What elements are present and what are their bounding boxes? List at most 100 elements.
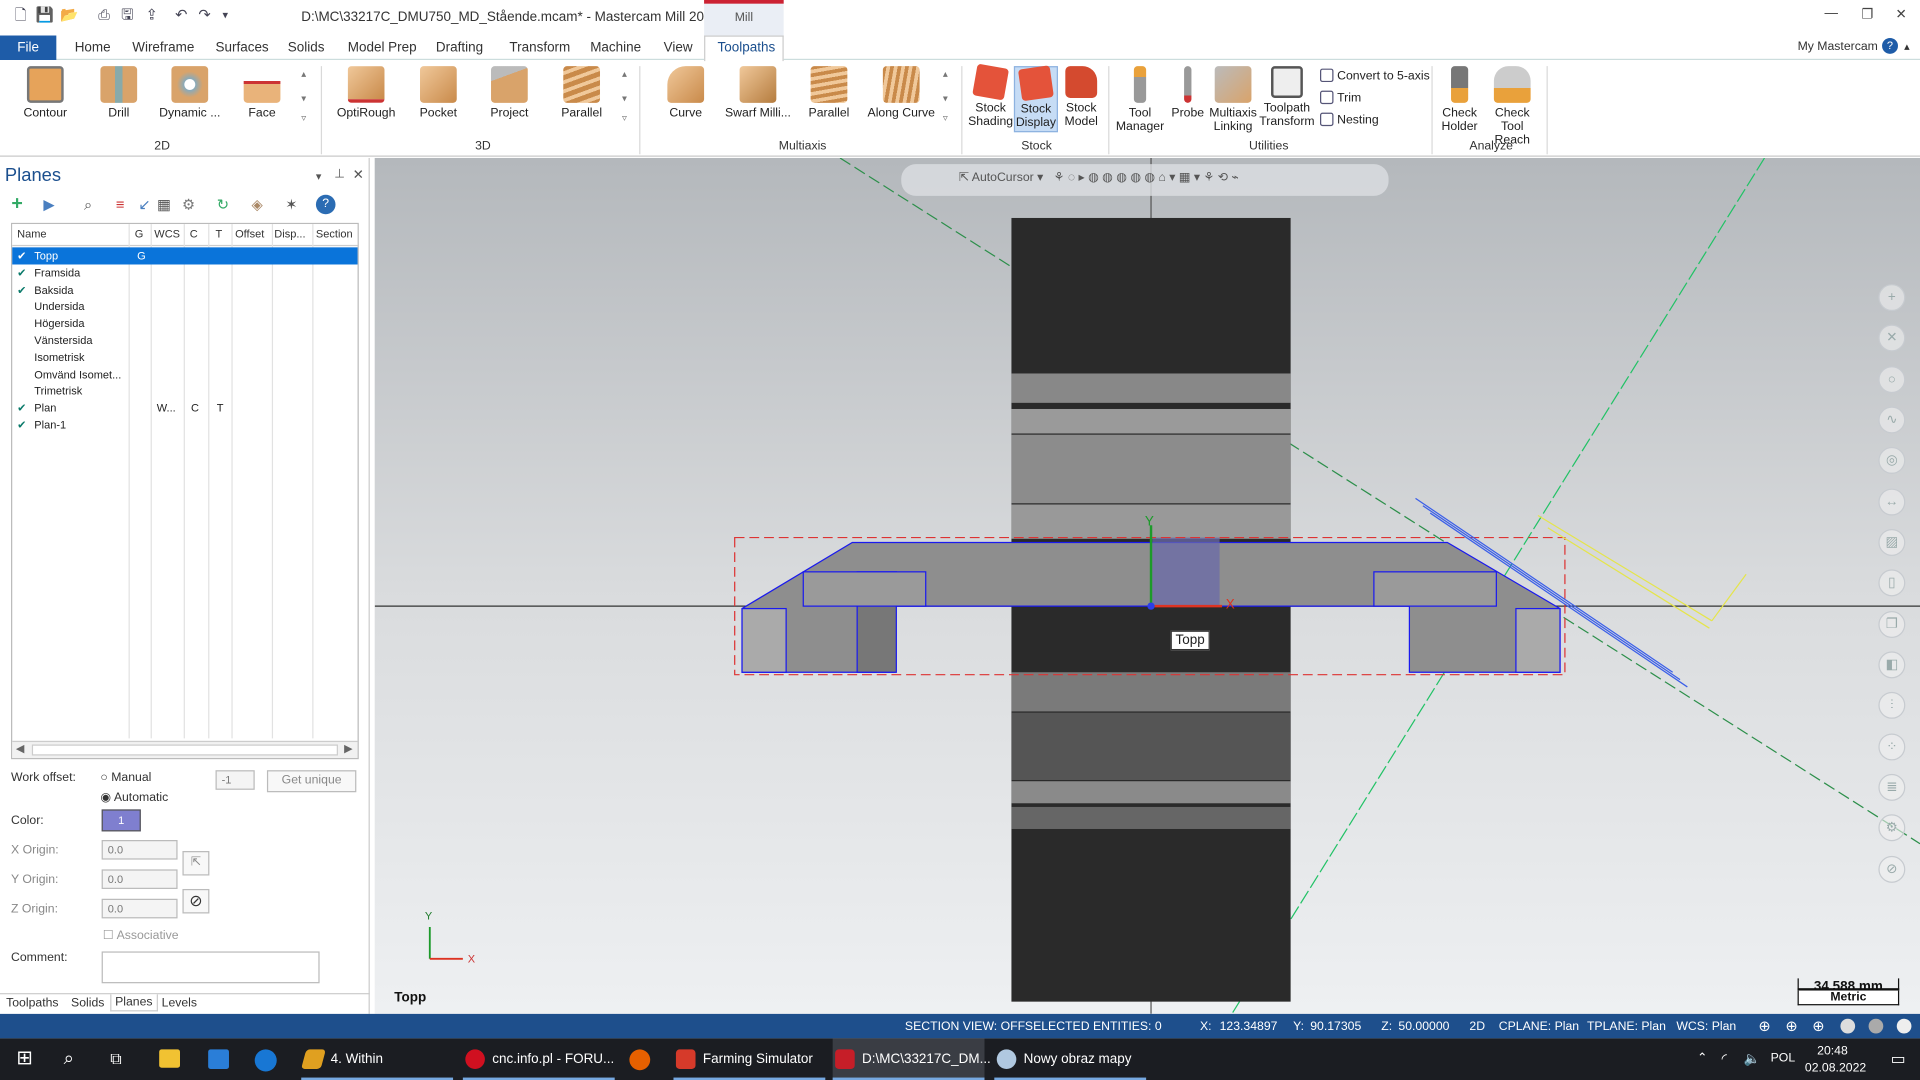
plane-row[interactable]: ✔ Baksida [12, 281, 357, 298]
axis-display-icon[interactable]: ✶ [282, 195, 302, 215]
color-swatch[interactable]: 1 [101, 809, 141, 832]
autocursor-toolbar[interactable]: ⇱ AutoCursor ▾ ⚘ ◌ ▸ ◍ ◍ ◍ ◍ ◍ ⌂ ▾ ▦ ▾ ⚘… [901, 164, 1389, 196]
translucency-sphere-icon[interactable] [1896, 1018, 1912, 1034]
save-icon[interactable]: 💾 [36, 6, 54, 23]
tool-manager-button[interactable]: Tool Manager [1114, 66, 1165, 133]
col-c[interactable]: C [190, 228, 198, 240]
tab-transform[interactable]: Transform [509, 40, 570, 55]
check-tool-reach-button[interactable]: Check Tool Reach [1482, 66, 1543, 147]
gallery-up-2d-icon[interactable]: ▴ [301, 69, 306, 80]
taskbar-app-paint[interactable]: Nowy obraz mapy ... [994, 1038, 1147, 1080]
scroll-right-icon[interactable]: ▶ [344, 742, 352, 755]
points-view-icon[interactable]: ⁘ [1878, 733, 1906, 761]
tplane-status[interactable]: TPLANE: Plan [1587, 1020, 1666, 1033]
pin-icon[interactable]: ⊥ [334, 168, 345, 181]
plane-row[interactable]: Högersida [12, 315, 357, 332]
tab-machine[interactable]: Machine [590, 40, 641, 55]
copy-view-icon[interactable]: ❐ [1878, 611, 1906, 638]
probe-button[interactable]: Probe [1169, 66, 1206, 120]
col-g[interactable]: G [135, 228, 144, 240]
get-unique-button[interactable]: Get unique [266, 770, 357, 793]
x-origin-field[interactable]: 0.0 [101, 840, 178, 860]
refresh-icon[interactable]: ↻ [213, 195, 233, 215]
comment-field[interactable] [101, 951, 320, 984]
minimize-button[interactable]: — [1825, 6, 1838, 21]
taskbar-app-opera[interactable]: cnc.info.pl - FORU... [462, 1038, 615, 1080]
associative-checkbox[interactable]: ☐ Associative [103, 929, 179, 942]
new-file-icon[interactable]: 🗋 [12, 6, 29, 23]
grid-globe-icon[interactable]: ⊕ [1812, 1018, 1824, 1035]
tab-home[interactable]: Home [75, 40, 111, 55]
circle-view-icon[interactable]: ○ [1878, 366, 1906, 394]
swarf-milling-button[interactable]: Swarf Milli... [722, 66, 793, 120]
collapse-ribbon-icon[interactable]: ▴ [1904, 40, 1910, 53]
plane-row[interactable]: Isometrisk [12, 349, 357, 366]
reset-icon[interactable]: ↙ [135, 195, 155, 215]
open-icon[interactable]: 📂 [60, 6, 78, 23]
shading-sphere-icon[interactable] [1840, 1018, 1856, 1034]
browser-edge-icon[interactable] [254, 1049, 277, 1072]
tab-view[interactable]: View [664, 40, 693, 55]
language-indicator[interactable]: POL [1771, 1038, 1796, 1080]
work-offset-field[interactable]: -1 [215, 770, 255, 790]
gallery-expand-2d-icon[interactable]: ▿ [301, 113, 306, 124]
clear-origin-icon[interactable]: ⊘ [182, 888, 210, 914]
gallery-up-3d-icon[interactable]: ▴ [622, 69, 627, 80]
gallery-down-3d-icon[interactable]: ▾ [622, 93, 627, 104]
add-view-icon[interactable]: + [1878, 284, 1906, 312]
clock-time[interactable]: 20:48 [1817, 1043, 1848, 1059]
merge-icon[interactable]: ⇪ [143, 6, 160, 23]
col-t[interactable]: T [216, 228, 223, 240]
section-view-status[interactable]: SECTION VIEW: OFF [905, 1020, 1025, 1033]
notifications-icon[interactable]: ▭ [1891, 1038, 1906, 1080]
gallery-down-2d-icon[interactable]: ▾ [301, 93, 306, 104]
plane-check-cell[interactable]: ✔ [17, 281, 26, 298]
save-as-icon[interactable]: 🖫 [119, 6, 136, 23]
volume-icon[interactable]: 🔈 [1744, 1038, 1761, 1080]
gallery-expand-multi-icon[interactable]: ▿ [943, 113, 948, 124]
taskbar-app-mastercam[interactable]: D:\MC\33217C_DM... [832, 1038, 991, 1080]
view-globe-icon[interactable]: ⊕ [1785, 1018, 1797, 1035]
scroll-left-icon[interactable]: ◀ [16, 742, 24, 755]
tab-surfaces[interactable]: Surfaces [216, 40, 269, 55]
gallery-down-multi-icon[interactable]: ▾ [943, 93, 948, 104]
tab-solids[interactable]: Solids [288, 40, 325, 55]
face-button[interactable]: Face [235, 66, 289, 120]
convert-5axis-button[interactable]: Convert to 5-axis [1320, 68, 1430, 83]
task-view-icon[interactable]: ⧉ [110, 1038, 121, 1080]
select-plane-icon[interactable]: ▶ [39, 195, 59, 215]
wcs-status[interactable]: WCS: Plan [1676, 1020, 1736, 1033]
equal-planes-icon[interactable]: ≡ [110, 195, 130, 215]
parallel-3d-button[interactable]: Parallel [555, 66, 609, 120]
clock-date[interactable]: 02.08.2022 [1805, 1060, 1866, 1076]
gallery-up-multi-icon[interactable]: ▴ [943, 69, 948, 80]
spline-view-icon[interactable]: ∿ [1878, 406, 1906, 434]
parallel-multi-button[interactable]: Parallel [802, 66, 856, 120]
tab-drafting[interactable]: Drafting [436, 40, 483, 55]
horizontal-scrollbar[interactable]: ◀ ▶ [12, 740, 358, 758]
autocursor-label[interactable]: AutoCursor [972, 171, 1034, 184]
wifi-icon[interactable]: ◜ [1722, 1038, 1727, 1080]
tab-solids-panel[interactable]: Solids [71, 997, 104, 1010]
nesting-button[interactable]: Nesting [1320, 112, 1379, 127]
layers-view-icon[interactable]: ≣ [1878, 773, 1906, 801]
plane-row[interactable]: ✔ Plan W... C T [12, 399, 357, 416]
trim-view-icon[interactable]: ✕ [1878, 324, 1906, 352]
plane-row[interactable]: ✔ Plan-1 [12, 416, 357, 433]
contour-button[interactable]: Contour [18, 66, 72, 120]
z-origin-field[interactable]: 0.0 [101, 898, 178, 919]
curve-button[interactable]: Curve [659, 66, 713, 120]
plane-row[interactable]: ✔ Topp G [12, 247, 358, 265]
scroll-thumb[interactable] [31, 744, 338, 756]
mode-2d-toggle[interactable]: 2D [1469, 1020, 1485, 1033]
taskbar-app-music[interactable]: 4. Within Temptatio... [301, 1038, 454, 1080]
stock-shading-button[interactable]: Stock Shading [967, 63, 1014, 129]
along-curve-button[interactable]: Along Curve [867, 66, 936, 120]
dynamic-button[interactable]: Dynamic ... [157, 66, 223, 120]
hatch-view-icon[interactable]: ▨ [1878, 528, 1906, 556]
col-offset[interactable]: Offset [235, 228, 264, 240]
col-section[interactable]: Section [316, 228, 353, 240]
page-view-icon[interactable]: ▯ [1878, 569, 1906, 597]
automatic-radio[interactable]: ◉ Automatic [100, 791, 168, 804]
search-icon[interactable]: ⌕ [64, 1038, 74, 1080]
